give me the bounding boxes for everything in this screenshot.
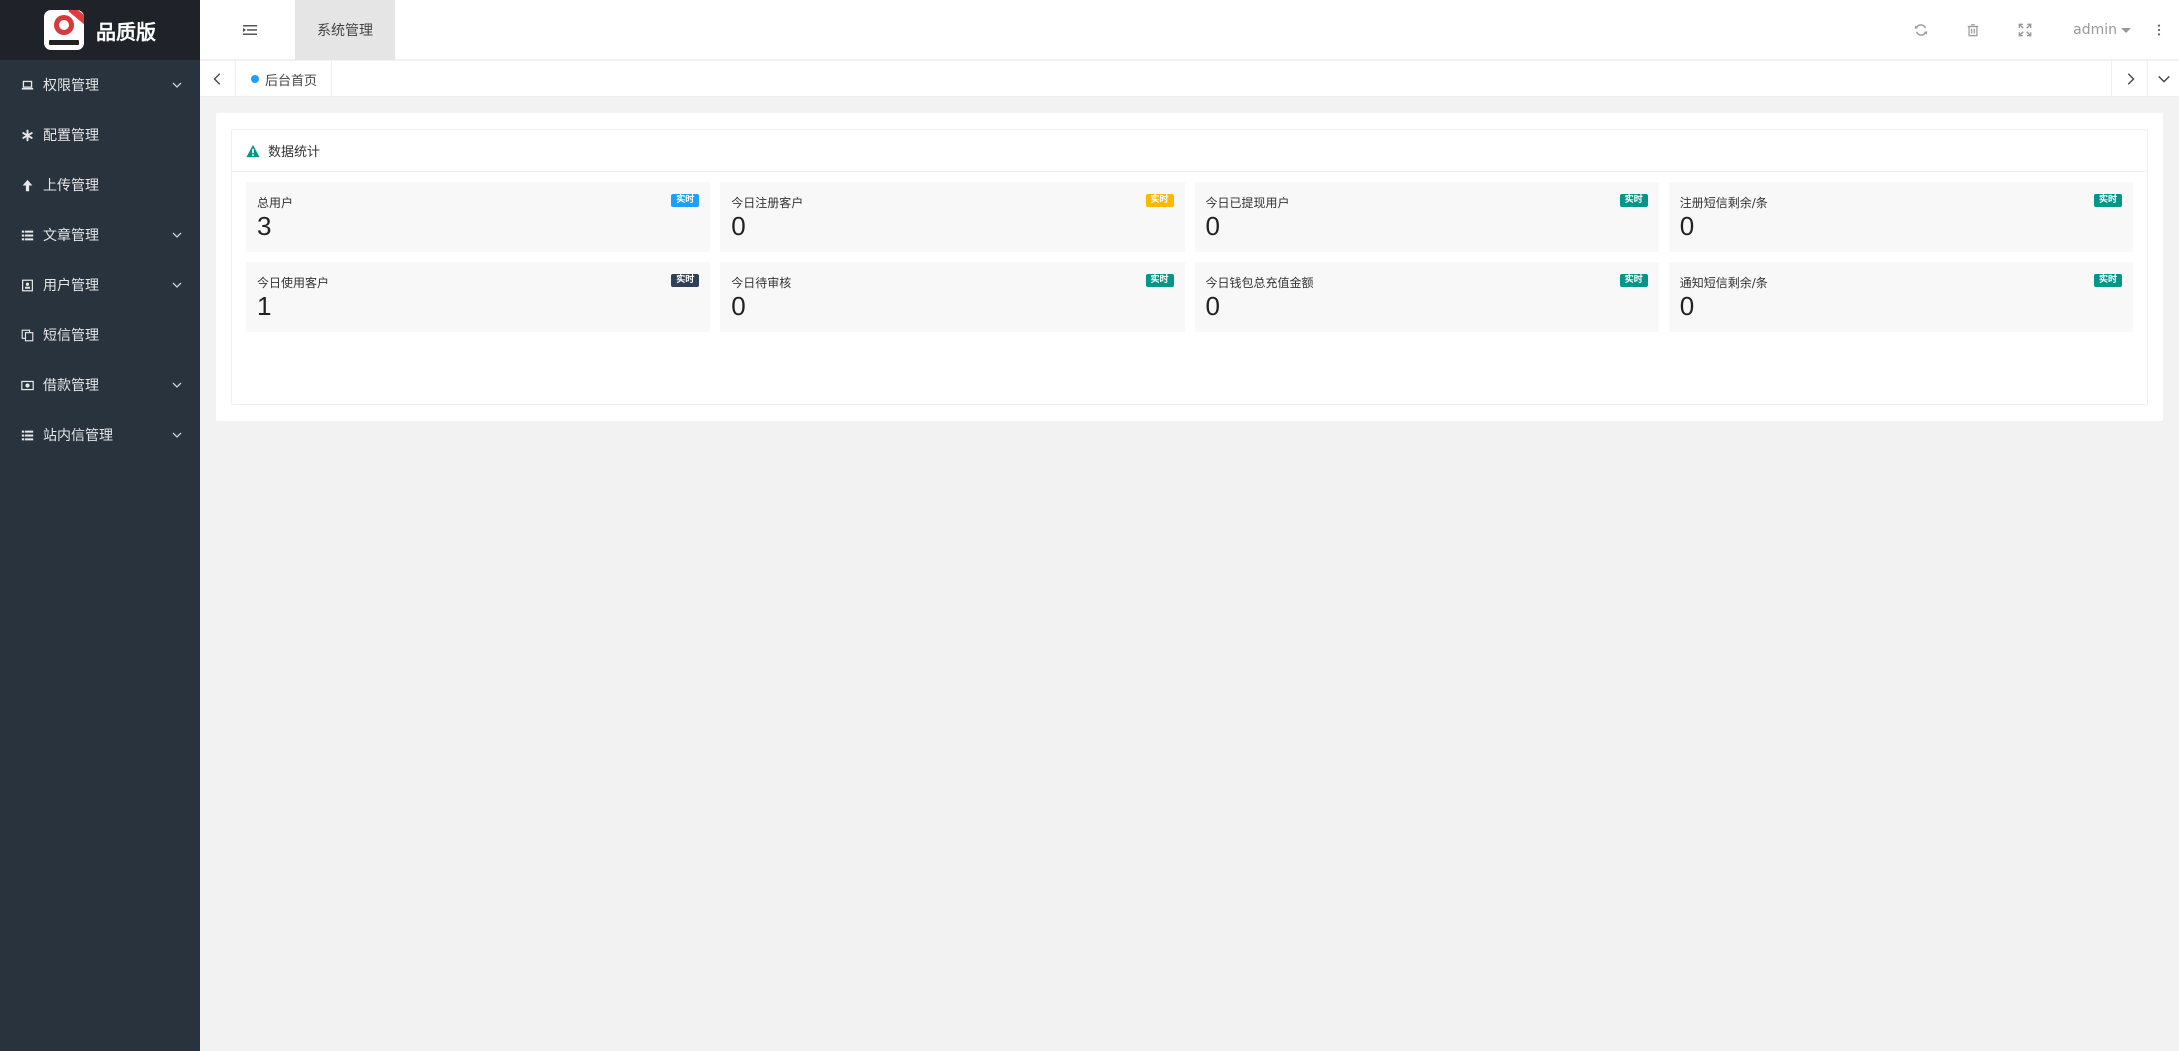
sidebar-item-label: 借款管理 xyxy=(43,378,99,394)
sidebar-item-users[interactable]: 用户管理 xyxy=(0,260,200,310)
stat-title: 今日注册客户 xyxy=(731,196,804,210)
stat-title: 今日使用客户 xyxy=(257,276,330,290)
fullscreen-icon[interactable] xyxy=(2015,20,2035,40)
user-badge-icon xyxy=(20,278,34,292)
list-icon xyxy=(20,428,34,442)
caret-down-icon xyxy=(2121,27,2131,33)
brand-title: 品质版 xyxy=(96,19,156,44)
menu-toggle-icon[interactable] xyxy=(240,20,260,40)
stat-value: 3 xyxy=(257,211,272,241)
chevron-down-icon xyxy=(170,78,184,92)
copy-icon xyxy=(20,328,34,342)
sidebar-item-label: 文章管理 xyxy=(43,228,99,244)
tab-system-management[interactable]: 系统管理 xyxy=(295,0,395,60)
chevron-down-icon[interactable] xyxy=(2147,61,2179,97)
chevron-down-icon xyxy=(170,278,184,292)
stat-title: 今日钱包总充值金额 xyxy=(1205,276,1314,290)
sidebar-item-label: 用户管理 xyxy=(43,278,99,294)
realtime-badge: 实时 xyxy=(671,274,700,287)
sidebar-item-upload[interactable]: 上传管理 xyxy=(0,160,200,210)
sidebar: 品质版 权限管理 配置管理 上传管理 文章管理 用户管理 短信管理 借款管理 站… xyxy=(0,0,200,1051)
money-icon xyxy=(20,378,34,392)
chevron-down-icon xyxy=(170,428,184,442)
stat-title: 今日已提现用户 xyxy=(1205,196,1290,210)
stat-value: 0 xyxy=(731,291,746,321)
username-label: admin xyxy=(2073,22,2117,38)
stat-title: 注册短信剩余/条 xyxy=(1679,196,1768,210)
logo-bar: 品质版 xyxy=(0,0,200,60)
stat-card-notify-sms-remaining: 通知短信剩余/条 0 实时 xyxy=(1668,262,2133,332)
sidebar-menu: 权限管理 配置管理 上传管理 文章管理 用户管理 短信管理 借款管理 站内信管理 xyxy=(0,60,200,460)
sidebar-item-inbox[interactable]: 站内信管理 xyxy=(0,410,200,460)
sidebar-item-permissions[interactable]: 权限管理 xyxy=(0,60,200,110)
stat-card-today-registered: 今日注册客户 0 实时 xyxy=(720,182,1185,252)
panel-header: 数据统计 xyxy=(232,130,2147,172)
stat-value: 0 xyxy=(1205,291,1220,321)
stat-card-today-withdrawn: 今日已提现用户 0 实时 xyxy=(1194,182,1659,252)
stat-title: 总用户 xyxy=(257,196,294,210)
sidebar-item-label: 站内信管理 xyxy=(43,428,113,444)
panel-title: 数据统计 xyxy=(268,145,321,160)
sidebar-item-config[interactable]: 配置管理 xyxy=(0,110,200,160)
tab-home-label: 后台首页 xyxy=(265,73,318,89)
sidebar-item-label: 短信管理 xyxy=(43,328,99,344)
realtime-badge: 实时 xyxy=(1619,194,1648,207)
stat-title: 今日待审核 xyxy=(731,276,792,290)
sidebar-item-label: 权限管理 xyxy=(43,78,99,94)
stat-card-total-users: 总用户 3 实时 xyxy=(246,182,711,252)
stat-card-wallet-recharge: 今日钱包总充值金额 0 实时 xyxy=(1194,262,1659,332)
sidebar-item-label: 配置管理 xyxy=(43,128,99,144)
realtime-badge: 实时 xyxy=(671,194,700,207)
trash-icon[interactable] xyxy=(1963,20,1983,40)
stat-card-reg-sms-remaining: 注册短信剩余/条 0 实时 xyxy=(1668,182,2133,252)
sidebar-item-sms[interactable]: 短信管理 xyxy=(0,310,200,360)
stats-panel: 数据统计 总用户 3 实时 今日注册客户 0 实时 今日已提现用户 0 实时 注… xyxy=(231,129,2148,405)
brand-logo xyxy=(44,10,84,50)
arrow-up-icon xyxy=(20,178,34,192)
asterisk-icon xyxy=(20,128,34,142)
stat-card-today-pending: 今日待审核 0 实时 xyxy=(720,262,1185,332)
sidebar-item-articles[interactable]: 文章管理 xyxy=(0,210,200,260)
realtime-badge: 实时 xyxy=(1145,274,1174,287)
realtime-badge: 实时 xyxy=(1145,194,1174,207)
stat-value: 0 xyxy=(1679,211,1695,241)
stat-value: 0 xyxy=(1205,211,1220,241)
main-content: 数据统计 总用户 3 实时 今日注册客户 0 实时 今日已提现用户 0 实时 注… xyxy=(216,113,2163,421)
laptop-icon xyxy=(20,78,34,92)
realtime-badge: 实时 xyxy=(1619,274,1648,287)
chevron-left-icon[interactable] xyxy=(200,61,236,97)
active-dot xyxy=(251,75,259,83)
stat-value: 0 xyxy=(731,211,746,241)
stat-value: 0 xyxy=(1679,291,1695,321)
sidebar-item-label: 上传管理 xyxy=(43,178,99,194)
sidebar-item-loans[interactable]: 借款管理 xyxy=(0,360,200,410)
chevron-down-icon xyxy=(170,378,184,392)
tab-home[interactable]: 后台首页 xyxy=(237,61,333,97)
header-toolbar: admin xyxy=(1911,0,2179,60)
user-menu[interactable]: admin xyxy=(2073,22,2131,38)
stat-title: 通知短信剩余/条 xyxy=(1679,276,1768,290)
stat-card-today-active: 今日使用客户 1 实时 xyxy=(246,262,711,332)
stats-grid: 总用户 3 实时 今日注册客户 0 实时 今日已提现用户 0 实时 注册短信剩余… xyxy=(232,172,2147,342)
realtime-badge: 实时 xyxy=(2094,274,2122,287)
list-icon xyxy=(20,228,34,242)
more-vertical-icon[interactable] xyxy=(2153,20,2165,40)
chevron-down-icon xyxy=(170,228,184,242)
warning-icon xyxy=(246,144,260,157)
chevron-right-icon[interactable] xyxy=(2111,61,2147,97)
refresh-icon[interactable] xyxy=(1911,20,1931,40)
top-header: 系统管理 admin xyxy=(200,0,2179,60)
stat-value: 1 xyxy=(257,291,272,321)
realtime-badge: 实时 xyxy=(2094,194,2122,207)
page-tabs-bar: 后台首页 xyxy=(200,61,2179,97)
